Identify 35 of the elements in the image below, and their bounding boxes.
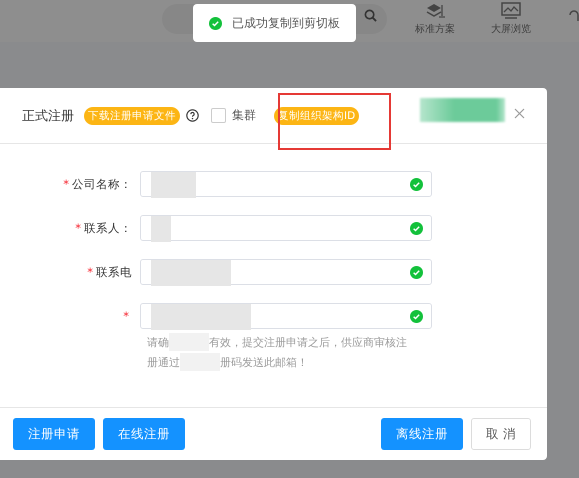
blurred-patch [151,216,171,242]
partial-icon [569,10,579,22]
close-icon[interactable] [514,108,525,119]
action-button[interactable]: 在线注册 [103,418,185,450]
field-label: 联系人： [84,220,132,234]
hint-text: 册通过 [147,355,180,371]
hint-text: 册码发送此邮箱！ [220,355,308,371]
dialog-title: 正式注册 [22,108,74,124]
download-tag[interactable]: 下载注册申请文件 [84,106,180,124]
input-field[interactable] [140,171,432,197]
checkbox-label: 集群 [232,107,256,124]
field-label: 联系电 [96,264,132,278]
search-icon[interactable] [364,9,377,22]
hint-text: 请确 [147,335,169,351]
nav-label[interactable]: 标准方案 [415,22,455,36]
toast-message: 已成功复制到剪切板 [232,14,340,32]
field-label: 公司名称： [72,176,132,190]
input-field[interactable] [140,303,432,329]
required-mark: * [123,309,129,323]
success-icon [209,16,222,30]
help-icon[interactable] [186,109,199,122]
offline-register-button[interactable]: 离线注册 [381,418,464,450]
input-field[interactable] [140,259,432,285]
layers-icon [425,2,445,20]
action-button[interactable]: 注册申请 [13,418,95,450]
required-mark: * [63,176,69,190]
hint-text: 有效，提交注册申请之后，供应商审核注 [209,335,407,351]
monitor-chart-icon [501,2,521,20]
nav-label[interactable]: 大屏浏览 [491,22,531,36]
input-field[interactable] [140,215,432,241]
required-mark: * [87,264,93,278]
cancel-button[interactable]: 取 消 [471,418,531,450]
required-mark: * [75,220,81,234]
cluster-checkbox[interactable] [211,108,226,123]
blurred-patch [151,172,196,198]
